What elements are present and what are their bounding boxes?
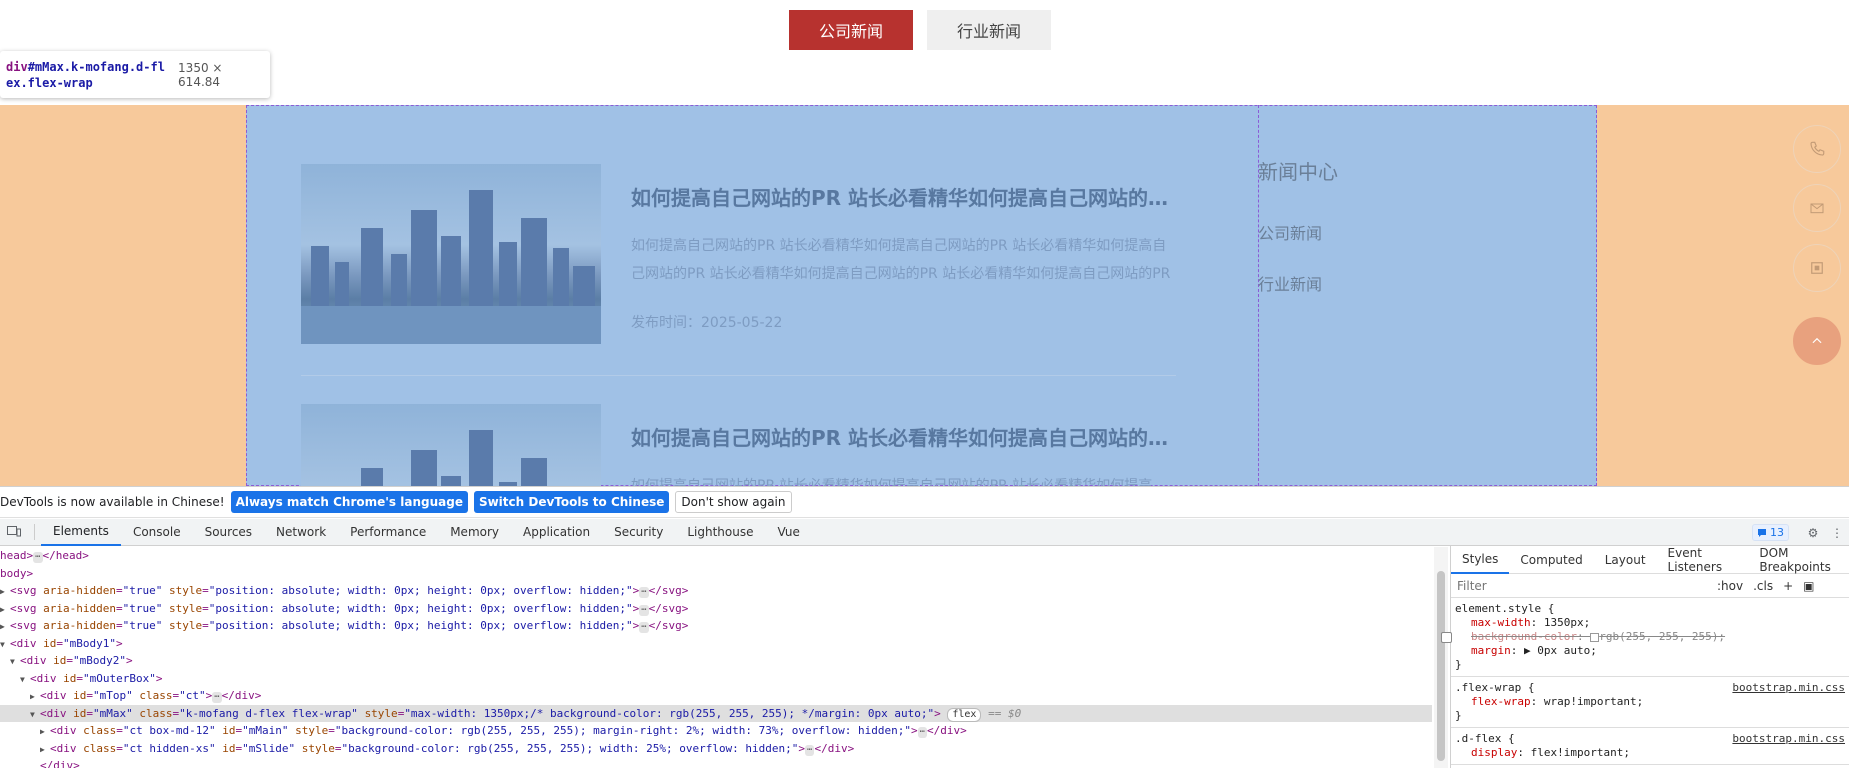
paint-icon[interactable]: ▣ xyxy=(1803,579,1814,593)
rule-source-link[interactable]: bootstrap.min.css xyxy=(1732,681,1845,695)
tab-vue[interactable]: Vue xyxy=(766,519,812,546)
chat-icon xyxy=(1758,528,1766,537)
dom-node-mmain[interactable]: ▶ <div class="ct box-md-12" id="mMain" st… xyxy=(0,722,1432,740)
inspect-dimensions: 1350 × 614.84 xyxy=(178,60,223,89)
news-title[interactable]: 如何提高自己网站的PR 站长必看精华如何提高自己网站的PR 站长必看精华 xyxy=(631,182,1176,211)
news-item[interactable]: 如何提高自己网站的PR 站长必看精华如何提高自己网站的PR 站长必看精华 如何提… xyxy=(301,164,1176,344)
news-category-tabs: 公司新闻 行业新闻 xyxy=(789,10,1051,50)
news-summary: 如何提高自己网站的PR 站长必看精华如何提高自己网站的PR 站长必看精华如何提高… xyxy=(631,238,1171,282)
news-item[interactable]: 如何提高自己网站的PR 站长必看精华如何提高自己网站的PR 站长必看精华 如何提… xyxy=(301,404,1176,486)
dom-node-head[interactable]: head> ⋯ </head> xyxy=(0,547,1432,565)
switch-to-chinese-button[interactable]: Switch DevTools to Chinese xyxy=(473,491,670,513)
devtools-tabstrip: Elements Console Sources Network Perform… xyxy=(0,519,1849,546)
issues-count: 13 xyxy=(1770,526,1784,539)
add-rule-icon[interactable]: + xyxy=(1783,579,1793,593)
dom-node-svg[interactable]: ▶ <svg aria-hidden="true" style="position… xyxy=(0,617,1432,635)
subtab-styles[interactable]: Styles xyxy=(1451,546,1510,574)
subtab-dom-breakpoints[interactable]: DOM Breakpoints xyxy=(1748,546,1849,574)
elements-dom-tree: head> ⋯ </head> body> ▶ <svg aria-hidden="t… xyxy=(0,547,1432,768)
tab-industry-news[interactable]: 行业新闻 xyxy=(927,10,1051,50)
class-toggle[interactable]: .cls xyxy=(1753,579,1773,593)
mail-icon xyxy=(1810,203,1824,214)
infobar-message: DevTools is now available in Chinese! xyxy=(0,495,225,509)
dom-node-mtop[interactable]: ▶ <div id="mTop" class="ct"> ⋯ </div> xyxy=(0,687,1432,705)
hover-state-toggle[interactable]: :hov xyxy=(1717,579,1743,593)
styles-filter-input[interactable] xyxy=(1457,578,1707,593)
inspect-selector: div#mMax.k-mofang.d-flex.flex-wrap xyxy=(6,59,165,90)
mail-button[interactable] xyxy=(1793,184,1841,232)
sidebar-link-company-news[interactable]: 公司新闻 xyxy=(1258,220,1322,244)
news-title[interactable]: 如何提高自己网站的PR 站长必看精华如何提高自己网站的PR 站长必看精华 xyxy=(631,422,1176,451)
qrcode-icon xyxy=(1811,262,1823,274)
dom-node-svg[interactable]: ▶ <svg aria-hidden="true" style="position… xyxy=(0,600,1432,618)
style-rule-d-flex: .d-flex { bootstrap.min.css display: fle… xyxy=(1451,728,1849,765)
always-match-language-button[interactable]: Always match Chrome's language xyxy=(230,491,468,513)
tab-performance[interactable]: Performance xyxy=(338,519,438,546)
styles-pane: Styles Computed Layout Event Listeners D… xyxy=(1441,546,1849,768)
dom-node-svg[interactable]: ▶ <svg aria-hidden="true" style="position… xyxy=(0,582,1432,600)
device-toolbar-icon[interactable] xyxy=(0,519,28,546)
tab-security[interactable]: Security xyxy=(602,519,675,546)
phone-icon xyxy=(1810,141,1825,156)
elements-scrollbar[interactable] xyxy=(1434,547,1448,768)
phone-button[interactable] xyxy=(1793,125,1841,173)
tab-lighthouse[interactable]: Lighthouse xyxy=(675,519,765,546)
tab-elements[interactable]: Elements xyxy=(41,519,121,546)
tab-sources[interactable]: Sources xyxy=(193,519,264,546)
devtools-language-infobar: DevTools is now available in Chinese! Al… xyxy=(0,487,1849,518)
dom-node-mbody1[interactable]: ▼ <div id="mBody1"> xyxy=(0,635,1432,653)
sidebar-link-industry-news[interactable]: 行业新闻 xyxy=(1258,271,1322,295)
dont-show-again-button[interactable]: Don't show again xyxy=(675,491,792,513)
news-divider xyxy=(301,375,1176,376)
news-summary: 如何提高自己网站的PR 站长必看精华如何提高自己网站的PR 站长必看精华如何提高 xyxy=(631,478,1153,486)
tab-console[interactable]: Console xyxy=(121,519,193,546)
tab-application[interactable]: Application xyxy=(511,519,602,546)
more-options-icon[interactable]: ⋮ xyxy=(1825,526,1849,540)
style-rule-element: element.style { max-width: 1350px; backg… xyxy=(1441,598,1849,677)
tab-company-news[interactable]: 公司新闻 xyxy=(789,10,913,50)
color-swatch[interactable] xyxy=(1590,632,1600,642)
news-date: 发布时间：2025-05-22 xyxy=(631,315,783,331)
issues-badge[interactable]: 13 xyxy=(1752,524,1789,541)
back-to-top-button[interactable] xyxy=(1793,317,1841,365)
subtab-computed[interactable]: Computed xyxy=(1509,546,1593,574)
inspect-tooltip: div#mMax.k-mofang.d-flex.flex-wrap 1350 … xyxy=(0,51,270,98)
styles-filter-bar: :hov .cls + ▣ xyxy=(1451,574,1849,598)
disable-property-checkbox[interactable] xyxy=(1441,632,1452,643)
settings-gear-icon[interactable]: ⚙ xyxy=(1801,526,1825,540)
dom-node-close[interactable]: </div> xyxy=(0,757,1432,768)
tab-separator xyxy=(34,524,35,540)
news-thumbnail[interactable] xyxy=(301,404,601,486)
qrcode-button[interactable] xyxy=(1793,244,1841,292)
styles-subtabs: Styles Computed Layout Event Listeners D… xyxy=(1451,546,1849,574)
tab-network[interactable]: Network xyxy=(264,519,338,546)
news-thumbnail[interactable] xyxy=(301,164,601,344)
rule-source-link[interactable]: bootstrap.min.css xyxy=(1732,732,1845,746)
chevron-up-icon xyxy=(1812,337,1822,344)
devtools-panel: DevTools is now available in Chinese! Al… xyxy=(0,486,1849,768)
dom-node-mmax-selected[interactable]: ▼ <div id="mMax" class="k-mofang d-flex f… xyxy=(0,704,1432,722)
flex-badge[interactable]: flex xyxy=(947,707,982,722)
page-viewport: 公司新闻 行业新闻 div#mMax.k-mofang.d-flex.flex-… xyxy=(0,0,1849,486)
tab-memory[interactable]: Memory xyxy=(438,519,511,546)
dom-node-mbody2[interactable]: ▼ <div id="mBody2"> xyxy=(0,652,1432,670)
subtab-layout[interactable]: Layout xyxy=(1594,546,1657,574)
dom-node-body[interactable]: body> xyxy=(0,565,1432,583)
dom-node-mslide[interactable]: ▶ <div class="ct hidden-xs" id="mSlide" s… xyxy=(0,740,1432,758)
style-rule-flex-wrap: .flex-wrap { bootstrap.min.css flex-wrap… xyxy=(1451,677,1849,728)
sidebar-title: 新闻中心 xyxy=(1258,160,1338,184)
subtab-event-listeners[interactable]: Event Listeners xyxy=(1657,546,1749,574)
dom-node-mouterbox[interactable]: ▼ <div id="mOuterBox"> xyxy=(0,670,1432,688)
